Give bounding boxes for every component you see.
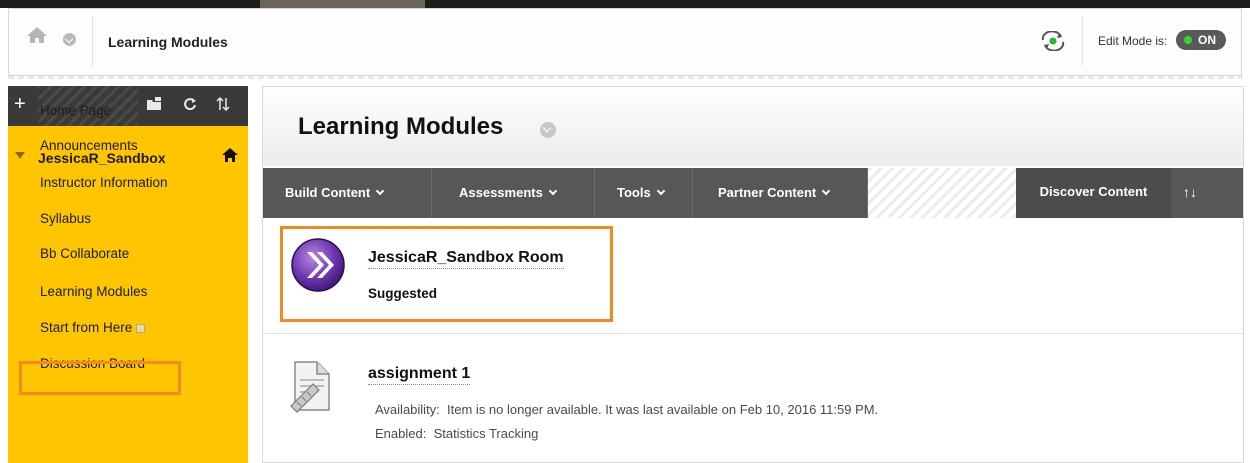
chevron-down-icon: [548, 186, 558, 196]
enabled-row: Enabled: Statistics Tracking: [375, 426, 538, 441]
chevron-down-icon: [821, 186, 831, 196]
content-item-title[interactable]: assignment 1: [368, 365, 471, 385]
build-content-button[interactable]: Build Content: [263, 168, 432, 218]
window-top-strip: [0, 0, 1250, 8]
window-top-strip-accent: [260, 0, 425, 8]
breadcrumb-title[interactable]: Learning Modules: [108, 34, 228, 50]
content-item-subtitle: Suggested: [368, 286, 438, 301]
availability-text: Item is no longer available. It was last…: [447, 402, 879, 417]
reorder-icon[interactable]: ↑↓: [1183, 184, 1197, 200]
chevron-down-icon[interactable]: [540, 122, 556, 138]
sidebar-item-learning-modules[interactable]: Learning Modules: [40, 284, 147, 299]
action-bar: Build Content Assessments Tools Partner …: [263, 168, 1243, 218]
edit-mode-toggle[interactable]: ON: [1176, 30, 1226, 50]
availability-label: Availability:: [375, 402, 440, 417]
sidebar-item-start-from-here[interactable]: Start from Here: [40, 320, 146, 335]
discover-content-button[interactable]: Discover Content: [1016, 168, 1171, 218]
home-icon[interactable]: [26, 26, 48, 49]
add-menu-item-icon[interactable]: +: [14, 94, 26, 114]
partner-content-button[interactable]: Partner Content: [693, 168, 868, 218]
chevron-down-icon: [375, 186, 385, 196]
partner-content-label: Partner Content: [718, 185, 817, 200]
sidebar-item-syllabus[interactable]: Syllabus: [40, 211, 91, 226]
sidebar-item-announcements[interactable]: Announcements: [40, 138, 138, 153]
link-arrow-icon: [290, 237, 346, 298]
content-item-title[interactable]: JessicaR_Sandbox Room: [368, 249, 564, 269]
assessments-label: Assessments: [459, 185, 543, 200]
enabled-text: Statistics Tracking: [433, 426, 539, 441]
chevron-down-icon[interactable]: [63, 33, 76, 46]
folder-view-icon[interactable]: [146, 97, 162, 114]
sidebar-item-instructor-information[interactable]: Instructor Information: [40, 175, 168, 190]
course-home-icon[interactable]: [222, 148, 238, 167]
tools-button[interactable]: Tools: [595, 168, 693, 218]
tools-label: Tools: [617, 185, 651, 200]
sync-icon[interactable]: [1040, 30, 1066, 56]
page-title: Learning Modules: [298, 113, 504, 140]
divider: [1082, 16, 1083, 66]
assignment-icon: [287, 358, 337, 419]
availability-row: Availability: Item is no longer availabl…: [375, 402, 878, 417]
action-bar-hatch: [868, 168, 1016, 218]
edit-mode-label: Edit Mode is:: [1098, 34, 1168, 48]
edit-mode-state: ON: [1198, 33, 1216, 47]
toggle-indicator-icon: [1184, 36, 1192, 44]
chevron-down-icon: [656, 186, 665, 196]
sidebar-item-label: Start from Here: [40, 320, 133, 335]
hidden-item-icon: [136, 323, 146, 333]
build-content-label: Build Content: [285, 185, 371, 200]
sidebar-item-home-page[interactable]: Home Page: [40, 103, 111, 118]
refresh-icon[interactable]: [183, 97, 197, 114]
assessments-button[interactable]: Assessments: [432, 168, 595, 218]
dashed-separator: [8, 76, 1242, 79]
reorder-icon[interactable]: [216, 96, 230, 114]
enabled-label: Enabled:: [375, 426, 427, 441]
sidebar-item-bb-collaborate[interactable]: Bb Collaborate: [40, 246, 129, 261]
divider: [92, 16, 93, 66]
active-item-highlight: [19, 361, 181, 395]
collapse-arrow-icon[interactable]: [15, 152, 25, 159]
